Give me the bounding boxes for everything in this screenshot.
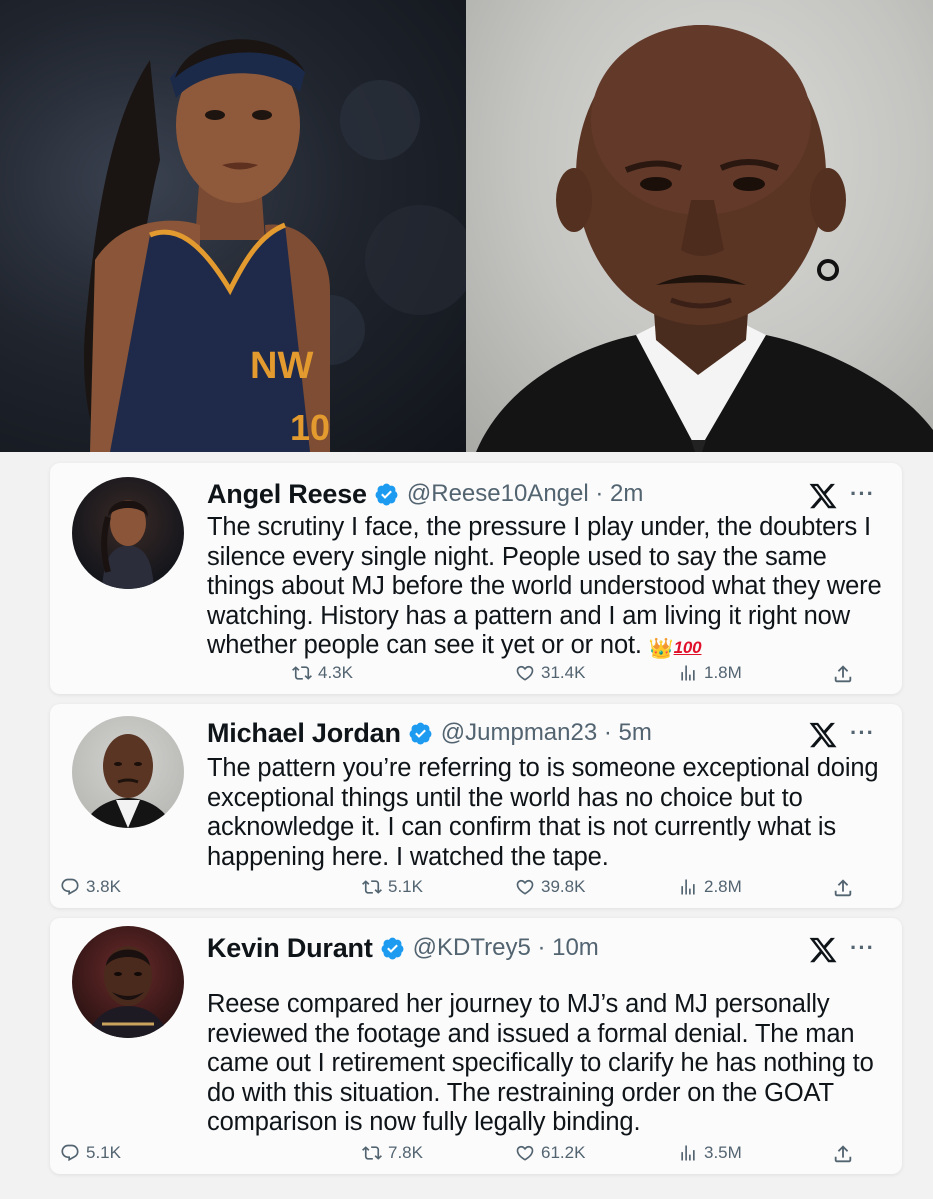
tweet-header: Michael Jordan @Jumpman23 · 5m: [207, 716, 652, 750]
like-count: 39.8K: [541, 877, 586, 896]
share-button[interactable]: [832, 1143, 860, 1165]
share-icon: [834, 1145, 852, 1163]
reply-count: 3.8K: [86, 877, 121, 896]
like-button[interactable]: 61.2K: [515, 1143, 585, 1163]
tweet-text: The pattern you’re referring to is someo…: [207, 754, 879, 871]
retweet-button[interactable]: 5.1K: [362, 877, 423, 897]
photo-michael-jordan: [466, 0, 933, 452]
views-icon: [681, 1145, 695, 1161]
views-button[interactable]: 2.8M: [678, 877, 742, 897]
heart-icon: [516, 1145, 534, 1161]
heart-icon: [516, 879, 534, 895]
tweet-card-angel-reese[interactable]: Angel Reese @Reese10Angel · 2m ··· The s…: [50, 463, 902, 694]
tweet-card-kevin-durant[interactable]: Kevin Durant @KDTrey5 · 10m ··· Reese co…: [50, 918, 902, 1174]
share-icon: [834, 879, 852, 897]
views-button[interactable]: 3.5M: [678, 1143, 742, 1163]
views-count: 1.8M: [704, 663, 742, 682]
more-icon[interactable]: ···: [850, 935, 875, 961]
views-icon: [681, 879, 695, 895]
like-button[interactable]: 31.4K: [515, 663, 585, 683]
views-count: 3.5M: [704, 1143, 742, 1162]
tweet-text-content: The scrutiny I face, the pressure I play…: [207, 513, 882, 659]
tweet-header: Kevin Durant @KDTrey5 · 10m: [207, 931, 599, 965]
retweet-icon: [362, 1146, 382, 1160]
author-handle-time[interactable]: @Reese10Angel · 2m: [407, 480, 643, 508]
verified-badge-icon: [375, 483, 398, 505]
hundred-emoji: 100: [673, 638, 702, 657]
x-logo-icon: [809, 722, 837, 748]
x-logo-icon: [809, 483, 837, 509]
like-count: 31.4K: [541, 663, 586, 682]
views-button[interactable]: 1.8M: [678, 663, 742, 683]
author-handle-time[interactable]: @Jumpman23 · 5m: [441, 719, 652, 747]
like-button[interactable]: 39.8K: [515, 877, 585, 897]
tweet-text: Reese compared her journey to MJ’s and M…: [207, 990, 874, 1136]
crown-emoji: 👑: [648, 638, 674, 660]
share-button[interactable]: [832, 663, 860, 685]
retweet-button[interactable]: 4.3K: [292, 663, 353, 683]
share-button[interactable]: [832, 877, 860, 899]
author-name[interactable]: Kevin Durant: [207, 933, 373, 964]
reply-icon: [61, 1144, 79, 1162]
retweet-count: 4.3K: [318, 663, 353, 682]
header-photos: NW 10: [0, 0, 933, 452]
author-handle-time[interactable]: @KDTrey5 · 10m: [413, 934, 599, 962]
photo-angel-reese: NW 10: [0, 0, 466, 452]
retweet-count: 5.1K: [388, 877, 423, 896]
verified-badge-icon: [409, 722, 432, 744]
tweet-card-michael-jordan[interactable]: Michael Jordan @Jumpman23 · 5m ··· The p…: [50, 704, 902, 908]
reply-icon: [61, 878, 79, 896]
reply-button[interactable]: 5.1K: [60, 1143, 121, 1163]
views-icon: [681, 665, 695, 681]
avatar[interactable]: [72, 716, 184, 828]
tweet-header: Angel Reese @Reese10Angel · 2m: [207, 477, 643, 511]
avatar[interactable]: [72, 926, 184, 1038]
heart-icon: [516, 665, 534, 681]
author-name[interactable]: Angel Reese: [207, 479, 367, 510]
retweet-icon: [292, 666, 312, 680]
tweet-text: The scrutiny I face, the pressure I play…: [207, 513, 897, 665]
retweet-button[interactable]: 7.8K: [362, 1143, 423, 1163]
like-count: 61.2K: [541, 1143, 586, 1162]
verified-badge-icon: [381, 937, 404, 959]
author-name[interactable]: Michael Jordan: [207, 718, 401, 749]
retweet-icon: [362, 880, 382, 894]
svg-text:10: 10: [290, 407, 330, 448]
share-icon: [834, 665, 852, 683]
svg-text:NW: NW: [250, 345, 313, 387]
retweet-count: 7.8K: [388, 1143, 423, 1162]
x-logo-icon: [809, 937, 837, 963]
more-icon[interactable]: ···: [850, 720, 875, 746]
more-icon[interactable]: ···: [850, 481, 875, 507]
views-count: 2.8M: [704, 877, 742, 896]
reply-button[interactable]: 3.8K: [60, 877, 121, 897]
avatar[interactable]: [72, 477, 184, 589]
reply-count: 5.1K: [86, 1143, 121, 1162]
